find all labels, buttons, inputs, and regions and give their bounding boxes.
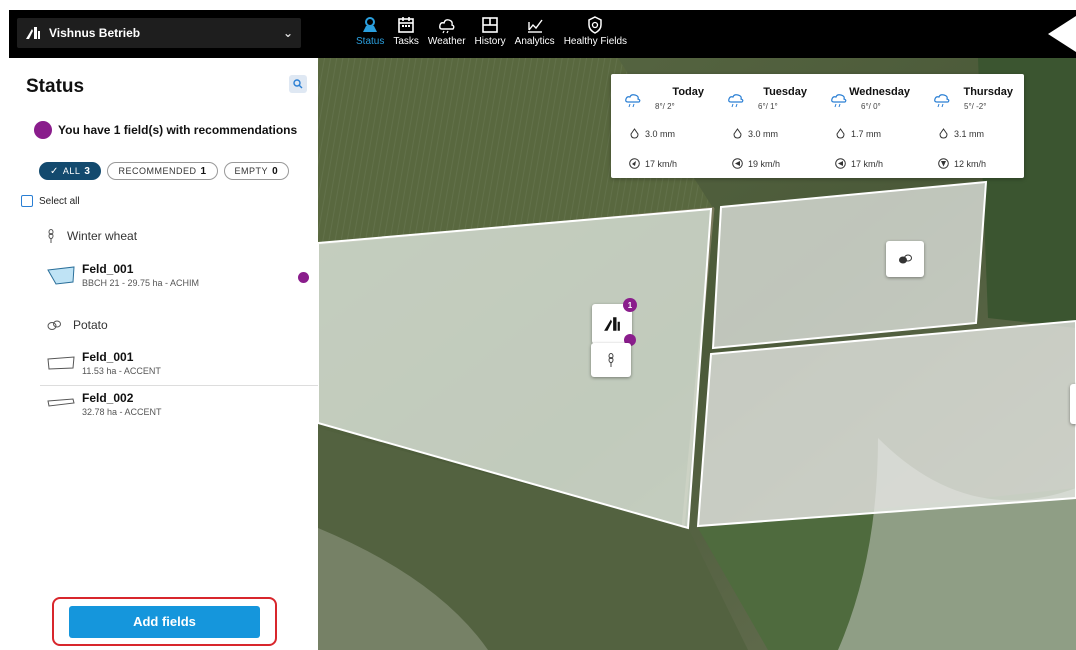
weather-day: Wednesday 6°/ 0° 1.7 mm 17 km/h	[817, 74, 920, 178]
calendar-icon	[398, 17, 414, 33]
farm-logo-icon	[26, 27, 40, 39]
chevron-down-icon: ⌄	[282, 26, 293, 40]
weather-day: Tuesday 6°/ 1° 3.0 mm 19 km/h	[714, 74, 817, 178]
add-fields-button[interactable]: Add fields	[69, 605, 260, 638]
crop-marker-wheat[interactable]	[591, 343, 631, 377]
list-divider	[40, 385, 318, 386]
status-icon	[363, 17, 378, 32]
recommendation-count-badge: 1	[623, 298, 637, 312]
select-all-checkbox[interactable]	[21, 195, 33, 207]
field-list-item[interactable]: Feld_001 BBCH 21 - 29.75 ha - ACHIM	[46, 262, 199, 288]
field-shape-icon	[47, 398, 75, 407]
select-all-row[interactable]: Select all	[21, 195, 80, 207]
rain-cloud-icon	[934, 94, 950, 108]
crop-marker-potato[interactable]	[886, 241, 924, 277]
wind-direction-icon	[629, 158, 640, 169]
weather-day: Thursday 5°/ -2° 3.1 mm 12 km/h	[920, 74, 1023, 178]
rain-cloud-icon	[625, 94, 641, 108]
add-fields-highlight: Add fields	[52, 597, 277, 646]
rain-cloud-icon	[831, 94, 847, 108]
crop-group-header: Potato	[47, 318, 108, 332]
analytics-icon	[527, 19, 543, 33]
recommendation-dot	[34, 121, 52, 139]
nav-healthy-fields[interactable]: Healthy Fields	[564, 10, 627, 58]
history-icon	[482, 17, 498, 33]
filter-chip-all[interactable]: ✓ ALL 3	[39, 162, 102, 180]
main-nav: Status Tasks Weather History Analytics H…	[356, 10, 636, 58]
field-list-item[interactable]: Feld_001 11.53 ha - ACCENT	[46, 350, 161, 376]
check-icon: ✓	[50, 165, 59, 177]
farm-logo-icon	[604, 317, 620, 331]
field-shape-icon	[47, 356, 75, 370]
status-sidebar: Status You have 1 field(s) with recommen…	[9, 58, 318, 650]
nav-analytics[interactable]: Analytics	[515, 10, 555, 58]
wind-direction-icon	[835, 158, 846, 169]
shield-icon	[588, 16, 603, 34]
drop-icon	[630, 128, 639, 139]
search-button[interactable]	[289, 75, 307, 93]
wind-direction-icon	[732, 158, 743, 169]
crop-group-header: Winter wheat	[47, 229, 137, 243]
map-edge-marker[interactable]	[1070, 384, 1076, 424]
weather-day: Today 8°/ 2° 3.0 mm 17 km/h	[611, 74, 714, 178]
weather-forecast-widget: Today 8°/ 2° 3.0 mm 17 km/h Tuesday 6°/ …	[611, 74, 1024, 178]
farm-name: Vishnus Betrieb	[49, 26, 141, 40]
drop-icon	[836, 128, 845, 139]
rain-cloud-icon	[728, 94, 744, 108]
recommendation-notice: You have 1 field(s) with recommendations	[34, 121, 297, 139]
field-shape-icon	[47, 266, 75, 285]
filter-chip-recommended[interactable]: RECOMMENDED 1	[107, 162, 218, 180]
nav-tasks[interactable]: Tasks	[393, 10, 419, 58]
collapse-panel-icon[interactable]	[1044, 10, 1076, 58]
filter-chip-empty[interactable]: EMPTY 0	[223, 162, 290, 180]
page-title: Status	[26, 76, 85, 97]
potato-icon	[899, 254, 912, 264]
filter-chips: ✓ ALL 3 RECOMMENDED 1 EMPTY 0	[39, 162, 295, 180]
drop-icon	[733, 128, 742, 139]
potato-icon	[47, 320, 61, 330]
search-icon	[293, 79, 303, 89]
weather-icon	[438, 19, 455, 34]
drop-icon	[939, 128, 948, 139]
wheat-icon	[48, 229, 54, 243]
nav-status[interactable]: Status	[356, 10, 384, 58]
nav-weather[interactable]: Weather	[428, 10, 466, 58]
wheat-icon	[608, 353, 614, 367]
satellite-map[interactable]: 1 Today 8°/ 2° 3.0 mm 17 km/h Tuesday 6°…	[318, 58, 1076, 650]
wind-direction-icon	[938, 158, 949, 169]
farm-selector[interactable]: Vishnus Betrieb ⌄	[9, 10, 309, 58]
field-list-item[interactable]: Feld_002 32.78 ha - ACCENT	[46, 391, 162, 417]
recommendation-dot	[298, 272, 309, 283]
nav-history[interactable]: History	[475, 10, 506, 58]
